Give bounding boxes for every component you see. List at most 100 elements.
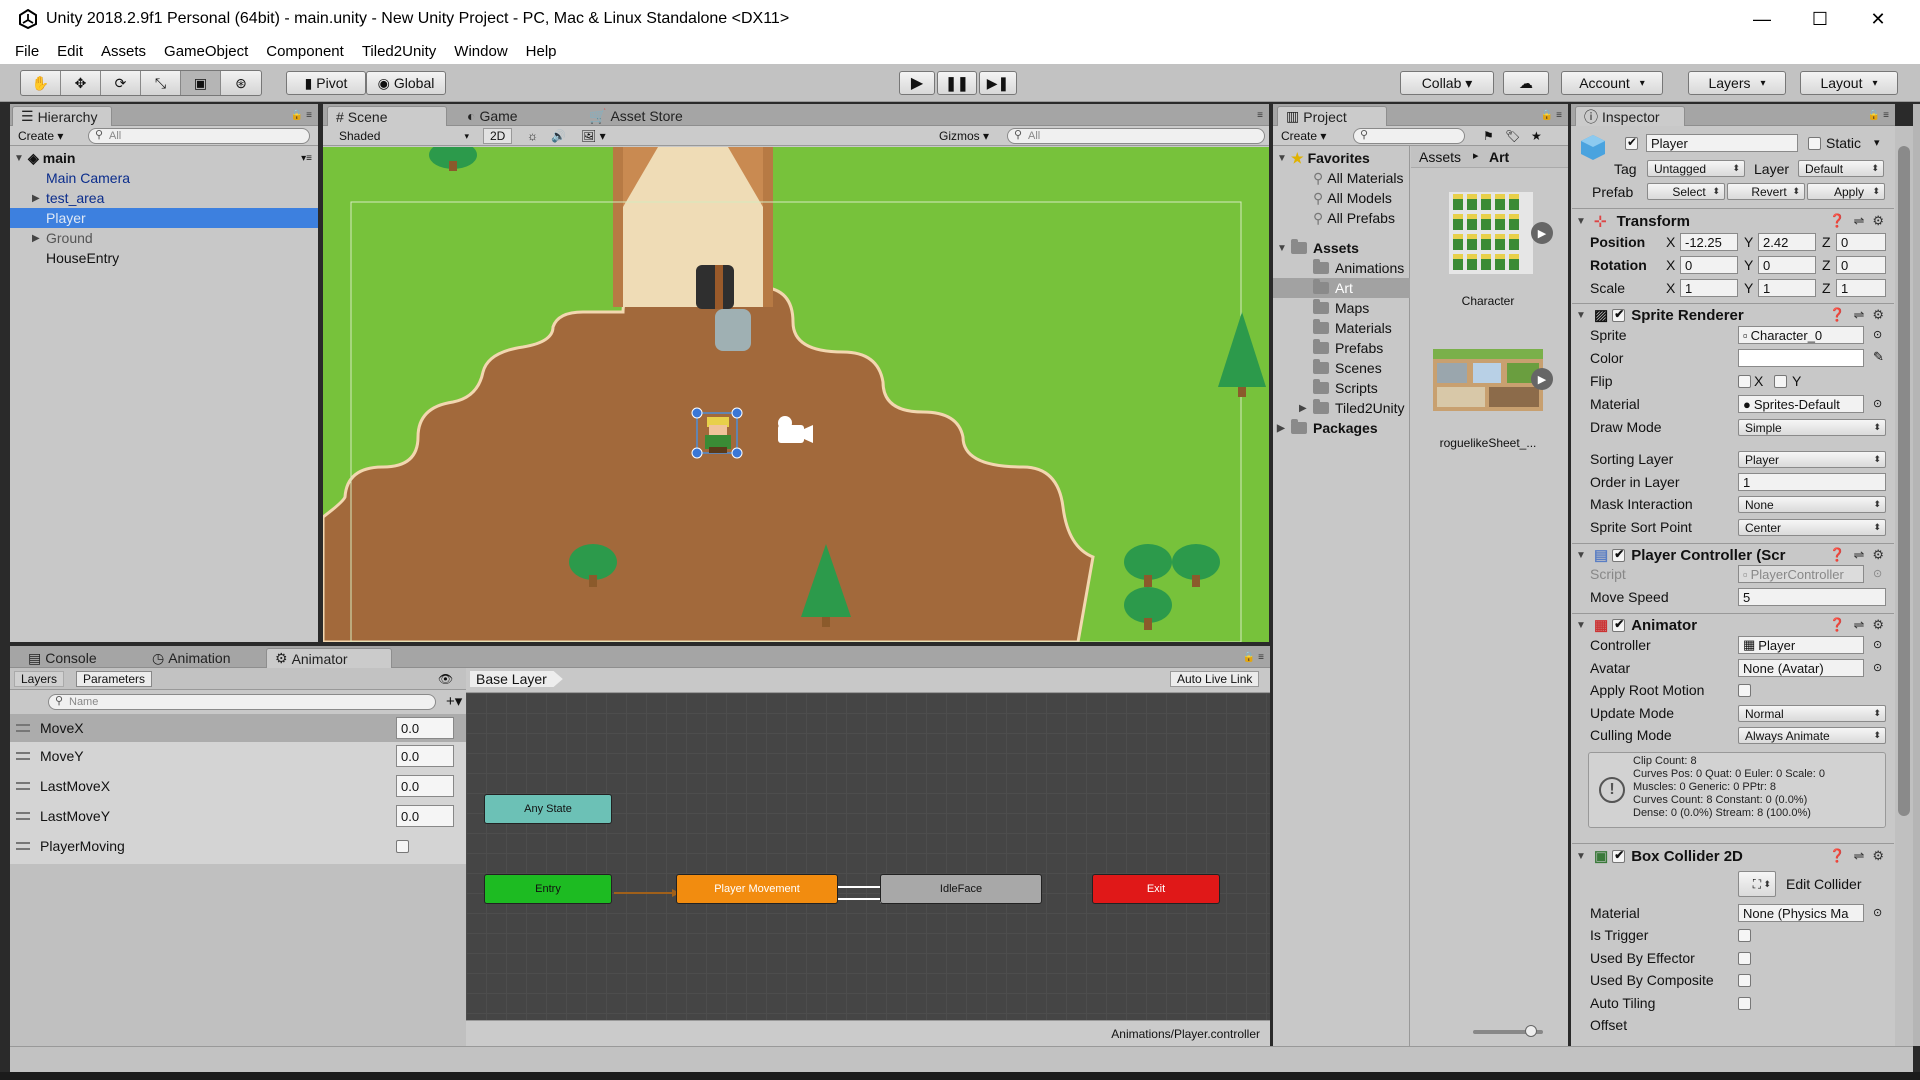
prefab-select-button[interactable]: Select [1647,183,1725,200]
active-checkbox[interactable] [1625,135,1638,150]
state-player-movement[interactable]: Player Movement [676,874,838,904]
roguelike-sheet-asset[interactable] [1433,349,1543,411]
account-dropdown[interactable]: Account ▾ [1561,71,1663,95]
hierarchy-item-player[interactable]: Player [10,208,318,228]
add-parameter-icon[interactable]: +▾ [440,693,468,710]
draw-mode-dropdown[interactable]: Simple [1738,419,1886,436]
position-y-field[interactable]: 2.42 [1758,233,1816,251]
tab-game[interactable]: ◐ Game [459,106,526,126]
flip-x-checkbox[interactable] [1738,375,1751,388]
update-mode-dropdown[interactable]: Normal [1738,705,1886,722]
maximize-button[interactable]: ☐ [1791,0,1849,38]
hand-tool-icon[interactable]: ✋ [21,71,61,95]
rotation-y-field[interactable]: 0 [1758,256,1816,274]
filter-label-icon[interactable]: 🏷 [1499,128,1526,144]
animator-graph[interactable]: Any State Entry Player Movement IdleFace… [466,693,1270,1020]
scene-viewport[interactable] [323,147,1269,642]
sorting-layer-dropdown[interactable]: Player [1738,451,1886,468]
param-value-field[interactable]: 0.0 [396,717,454,739]
tab-animator[interactable]: ⚙ Animator [266,648,392,668]
animator-enabled-checkbox[interactable] [1612,617,1626,632]
cloud-icon[interactable]: ☁ [1503,71,1549,95]
sprite-renderer-header[interactable]: ▼▨Sprite Renderer ❓⇌⚙ [1572,304,1894,326]
favorites-header[interactable]: ▼ ★ Favorites [1277,148,1370,168]
thumbnail-size-slider[interactable] [1473,1025,1543,1037]
position-x-field[interactable]: -12.25 [1680,233,1738,251]
param-lastmovex[interactable]: LastMoveX 0.0 [10,772,466,800]
folder-scenes[interactable]: Scenes [1313,358,1382,378]
menu-gameobject[interactable]: GameObject [155,43,257,60]
sprite-field[interactable]: ▫ Character_0 [1738,326,1864,344]
menu-tiled2unity[interactable]: Tiled2Unity [353,43,445,60]
filter-type-icon[interactable]: ⚑ [1477,128,1500,144]
scene-menu-icon[interactable]: ▾≡ [301,153,312,164]
move-speed-field[interactable]: 5 [1738,588,1886,606]
fav-all-prefabs[interactable]: ⚲ All Prefabs [1313,208,1395,228]
breadcrumb-base-layer[interactable]: Base Layer [470,671,563,687]
folder-art[interactable]: Art [1273,278,1410,298]
rect-tool-icon[interactable]: ▣ [181,71,221,95]
color-field[interactable] [1738,349,1864,367]
pause-button[interactable]: ❚❚ [937,71,977,95]
rotate-tool-icon[interactable]: ⟳ [101,71,141,95]
menu-component[interactable]: Component [257,43,353,60]
panel-menu-icon[interactable]: ≡ [1257,110,1263,121]
2d-mode-toggle[interactable]: 2D [483,128,513,144]
collab-button[interactable]: Collab ▾ [1400,71,1494,95]
tab-console[interactable]: ▤ Console [20,648,105,668]
project-search-input[interactable] [1353,128,1465,144]
tab-inspector[interactable]: ⓘ Inspector [1575,106,1685,126]
material-field[interactable]: ● Sprites-Default [1738,395,1864,413]
param-value-field[interactable]: 0.0 [396,775,454,797]
pivot-button[interactable]: ▮ Pivot [286,71,366,95]
project-create-dropdown[interactable]: Create ▾ [1275,128,1332,144]
prefab-revert-button[interactable]: Revert [1727,183,1805,200]
scale-x-field[interactable]: 1 [1680,279,1738,297]
sprite-renderer-enabled-checkbox[interactable] [1612,307,1626,322]
layout-dropdown[interactable]: Layout ▾ [1800,71,1898,95]
audio-icon[interactable]: 🔊 [545,128,572,144]
favorite-star-icon[interactable]: ★ [1525,128,1548,144]
breadcrumb-art[interactable]: Art [1489,149,1509,165]
character-asset[interactable] [1449,192,1533,274]
menu-help[interactable]: Help [517,43,566,60]
minimize-button[interactable]: — [1733,0,1791,38]
object-picker-icon[interactable]: ⊙ [1873,638,1882,651]
fav-all-models[interactable]: ⚲ All Models [1313,188,1392,208]
tab-scene[interactable]: # Scene [327,106,447,126]
hierarchy-search-input[interactable]: All [88,128,310,144]
eyedropper-icon[interactable]: ✎ [1873,349,1884,365]
box-collider-enabled-checkbox[interactable] [1612,848,1626,863]
hierarchy-item-ground[interactable]: ▶ Ground [10,228,318,248]
create-dropdown[interactable]: Create ▾ [12,128,69,144]
gameobject-name-field[interactable]: Player [1646,134,1798,152]
expand-sprites-icon[interactable]: ▶ [1531,222,1553,244]
state-exit[interactable]: Exit [1092,874,1220,904]
animator-component-header[interactable]: ▼▦Animator ❓⇌⚙ [1572,614,1894,636]
tab-hierarchy[interactable]: ☰ Hierarchy [12,106,112,126]
layers-dropdown[interactable]: Layers ▾ [1688,71,1786,95]
object-picker-icon[interactable]: ⊙ [1873,328,1882,341]
folder-materials[interactable]: Materials [1313,318,1392,338]
edit-collider-button[interactable]: ⛶ [1738,871,1776,897]
assets-header[interactable]: ▼ Assets [1277,238,1359,258]
param-playermoving[interactable]: PlayerMoving [10,832,466,860]
position-z-field[interactable]: 0 [1836,233,1886,251]
param-lastmovey[interactable]: LastMoveY 0.0 [10,802,466,830]
order-in-layer-field[interactable]: 1 [1738,473,1886,491]
expand-tiles-icon[interactable]: ▶ [1531,368,1553,390]
tag-dropdown[interactable]: Untagged [1647,160,1745,177]
prefab-apply-button[interactable]: Apply [1807,183,1885,200]
culling-mode-dropdown[interactable]: Always Animate [1738,727,1886,744]
folder-animations[interactable]: Animations [1313,258,1404,278]
scale-y-field[interactable]: 1 [1758,279,1816,297]
param-search-input[interactable]: Name [48,694,436,710]
param-value-field[interactable]: 0.0 [396,805,454,827]
param-bool-checkbox[interactable] [396,839,409,853]
tab-animation[interactable]: ◷ Animation [144,648,238,668]
effects-icon[interactable]: 🖼 ▾ [575,128,612,144]
folder-scripts[interactable]: Scripts [1313,378,1378,398]
tab-parameters[interactable]: Parameters [76,671,153,687]
state-entry[interactable]: Entry [484,874,612,904]
object-picker-icon[interactable]: ⊙ [1873,661,1882,674]
